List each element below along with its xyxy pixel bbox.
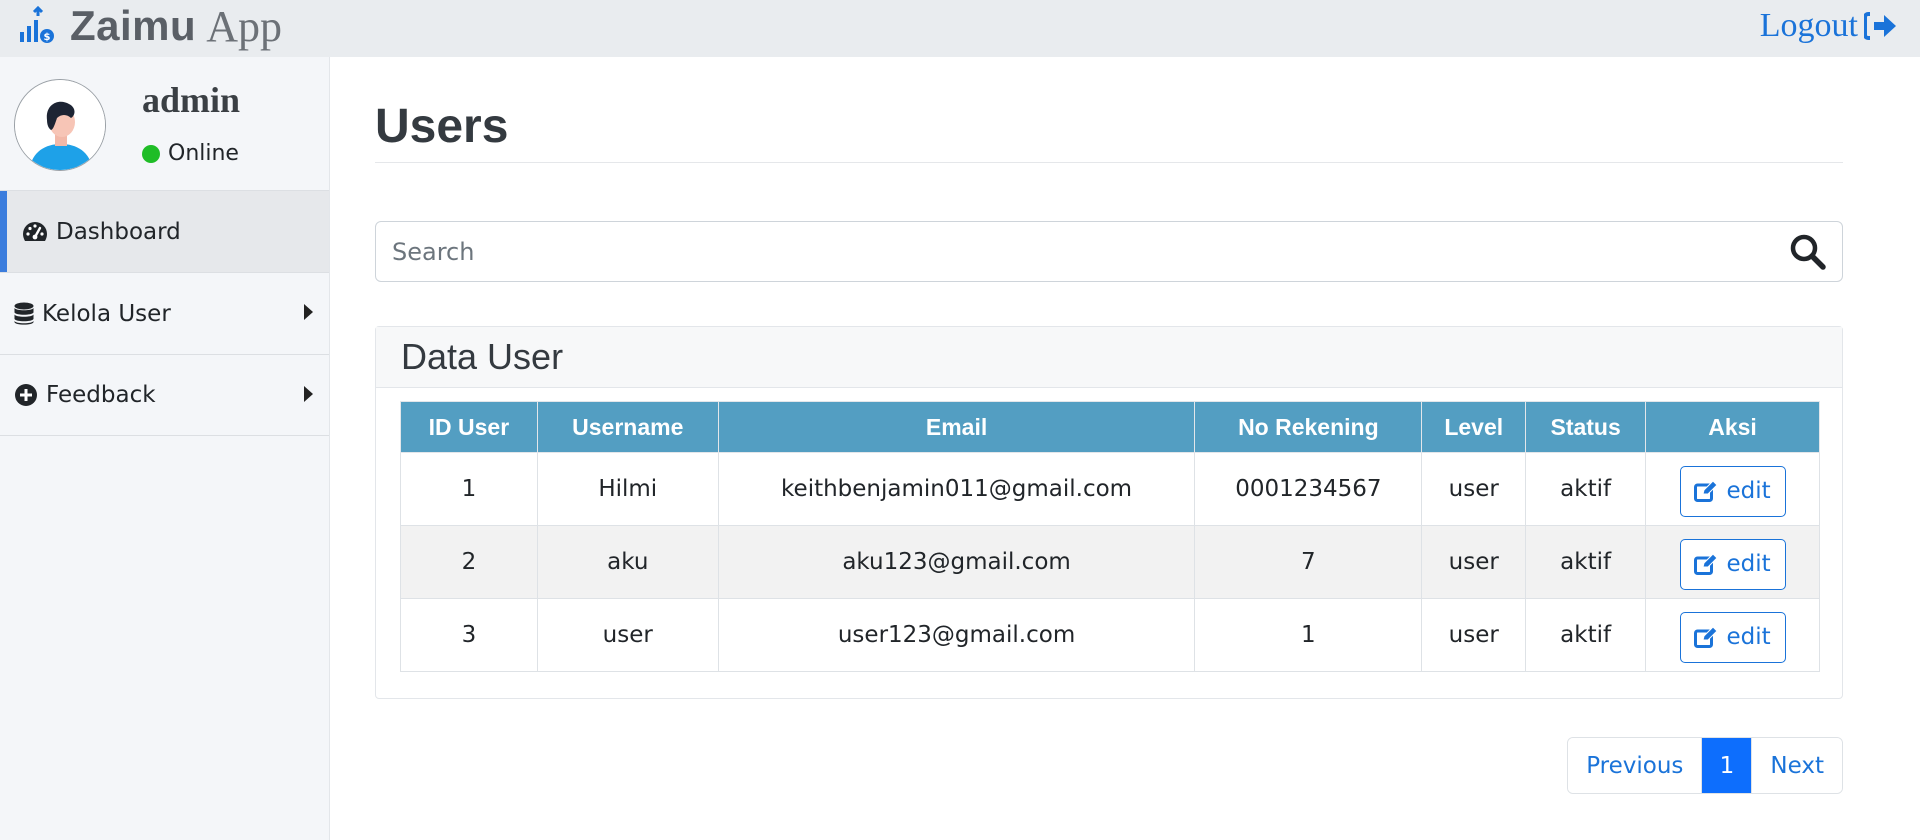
online-status: Online: [142, 141, 239, 166]
caret-right-icon: [304, 304, 313, 320]
cell-rekening: 0001234567: [1194, 452, 1423, 526]
page-1-button[interactable]: 1: [1701, 738, 1752, 793]
cell-status: aktif: [1525, 525, 1647, 599]
sidebar-item-feedback[interactable]: Feedback: [0, 354, 329, 436]
column-header-id: ID User: [400, 401, 538, 453]
search-bar: [375, 221, 1843, 282]
edit-label: edit: [1726, 478, 1771, 504]
brand-suffix: App: [206, 1, 282, 51]
sidebar-item-label: Dashboard: [56, 218, 181, 245]
page-title: Users: [375, 100, 509, 153]
column-header-rekening: No Rekening: [1194, 401, 1423, 453]
title-divider: [375, 162, 1843, 163]
cell-username: Hilmi: [536, 452, 719, 526]
column-header-email: Email: [717, 401, 1196, 453]
edit-button[interactable]: edit: [1679, 538, 1786, 590]
profile-name: admin: [142, 80, 241, 120]
online-dot-icon: [142, 144, 160, 163]
cell-level: user: [1421, 598, 1527, 672]
cell-id: 2: [400, 525, 538, 599]
caret-right-icon: [304, 386, 313, 402]
user-profile: admin Online: [0, 57, 329, 190]
user-avatar-icon: [15, 80, 105, 170]
cell-status: aktif: [1525, 452, 1647, 526]
column-header-aksi: Aksi: [1645, 401, 1820, 453]
edit-button[interactable]: edit: [1679, 465, 1786, 517]
cell-email: user123@gmail.com: [717, 598, 1196, 672]
cell-id: 3: [400, 598, 538, 672]
cell-rekening: 1: [1194, 598, 1423, 672]
edit-icon: [1694, 553, 1719, 575]
cell-aksi: edit: [1645, 452, 1820, 526]
avatar: [14, 79, 106, 171]
cell-level: user: [1421, 452, 1527, 526]
cell-username: user: [536, 598, 719, 672]
column-header-username: Username: [536, 401, 719, 453]
cell-username: aku: [536, 525, 719, 599]
logout-link[interactable]: Logout: [1760, 4, 1898, 48]
column-header-status: Status: [1525, 401, 1647, 453]
search-button[interactable]: [1788, 232, 1828, 272]
sidebar-item-label: Feedback: [46, 382, 156, 408]
plus-circle-icon: [15, 384, 37, 406]
edit-label: edit: [1726, 551, 1771, 577]
brand[interactable]: $ Zaimu App: [18, 0, 282, 52]
dashboard-icon: [23, 221, 47, 241]
column-header-level: Level: [1421, 401, 1527, 453]
brand-name: Zaimu: [70, 2, 197, 49]
next-page-button[interactable]: Next: [1751, 738, 1842, 793]
sidebar: admin Online Dashboard Kelola User Feedb…: [0, 57, 330, 840]
table-row: 1 Hilmi keithbenjamin011@gmail.com 00012…: [400, 452, 1820, 526]
cell-aksi: edit: [1645, 525, 1820, 599]
search-input[interactable]: [376, 222, 1766, 281]
search-icon: [1790, 234, 1826, 270]
logout-icon: [1864, 12, 1896, 40]
card-title: Data User: [401, 336, 564, 377]
svg-text:$: $: [44, 32, 51, 43]
edit-icon: [1694, 626, 1719, 648]
data-user-card: Data User ID User Username Email No Reke…: [375, 326, 1843, 699]
table-row: 3 user user123@gmail.com 1 user aktif ed…: [400, 598, 1820, 672]
table-header-row: ID User Username Email No Rekening Level…: [400, 401, 1820, 453]
edit-icon: [1694, 480, 1719, 502]
cell-email: keithbenjamin011@gmail.com: [717, 452, 1196, 526]
cell-level: user: [1421, 525, 1527, 599]
table-row: 2 aku aku123@gmail.com 7 user aktif edit: [400, 525, 1820, 599]
database-icon: [14, 302, 34, 325]
sidebar-item-kelola-user[interactable]: Kelola User: [0, 272, 329, 354]
edit-label: edit: [1726, 624, 1771, 650]
logout-label: Logout: [1759, 7, 1858, 44]
pagination: Previous 1 Next: [1567, 737, 1843, 794]
chart-logo-icon: $: [20, 6, 54, 43]
previous-page-button[interactable]: Previous: [1568, 738, 1702, 793]
cell-rekening: 7: [1194, 525, 1423, 599]
cell-id: 1: [400, 452, 538, 526]
status-label: Online: [168, 141, 239, 166]
cell-email: aku123@gmail.com: [717, 525, 1196, 599]
sidebar-item-label: Kelola User: [42, 300, 171, 327]
top-navbar: $ Zaimu App Logout: [0, 0, 1920, 57]
cell-status: aktif: [1525, 598, 1647, 672]
edit-button[interactable]: edit: [1679, 611, 1786, 663]
users-table: ID User Username Email No Rekening Level…: [400, 401, 1820, 672]
sidebar-item-dashboard[interactable]: Dashboard: [0, 190, 329, 272]
card-header: Data User: [376, 327, 1842, 388]
cell-aksi: edit: [1645, 598, 1820, 672]
